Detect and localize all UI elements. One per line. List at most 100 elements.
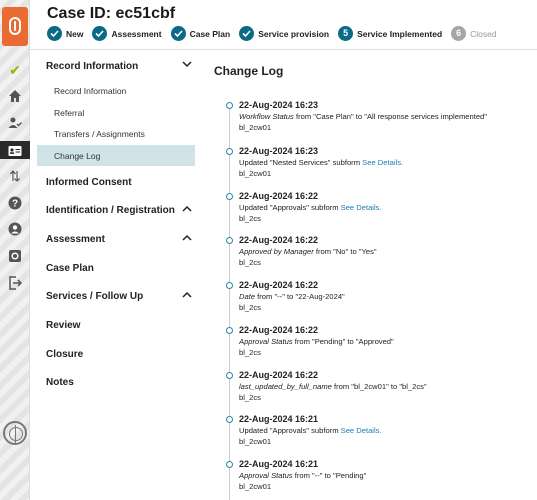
chevron-down-icon [182,60,192,70]
swap-icon[interactable]: ⇅ [7,168,23,184]
record-nav: Record Information Record Information Re… [30,50,202,500]
entry-user: bl_2cw01 [239,437,272,446]
entry-change: from "--" to "Pending" [292,471,367,480]
entry-change: Updated "Nested Services" subform [239,158,363,167]
nav-group-services[interactable]: Services / Follow Up [46,291,196,302]
step-label: New [66,28,84,39]
entry-user: bl_2cs [239,348,261,357]
user-check-icon[interactable] [7,116,23,132]
nav-group-record-information[interactable]: Record Information [46,61,196,72]
nav-group-label: Assessment [46,234,105,245]
settings-icon[interactable] [7,249,23,265]
step-service-implemented: 5 Service Implemented [338,26,442,41]
entry-date: 22-Aug-2024 16:22 [239,191,319,201]
see-details-link[interactable]: See Details. [341,426,382,435]
entry-user: bl_2cw01 [239,169,272,178]
step-label: Assessment [111,28,162,39]
nav-item-transfers-assignments[interactable]: Transfers / Assignments [54,129,145,139]
workflow-stepper: New Assessment Case Plan Service provisi… [47,26,506,41]
entry-field: last_updated_by_full_name [239,382,332,391]
entry-date: 22-Aug-2024 16:23 [239,100,319,110]
entry-change: from "Case Plan" to "All response servic… [293,112,487,121]
id-card-icon[interactable] [0,141,30,159]
entry-description: Updated "Nested Services" subform See De… [239,158,403,167]
left-rail: ✔ ⇅ ? [0,0,30,500]
entry-field: Approval Status [239,471,293,480]
entry-description: Date from "--" to "22-Aug-2024" [239,292,345,301]
entry-user: bl_2cs [239,303,261,312]
entry-field: Approval Status [239,337,293,346]
entry-change: Updated "Approvals" subform [239,426,341,435]
change-log-panel: Change Log 22-Aug-2024 16:23 Workflow St… [202,50,537,500]
nav-group-informed-consent[interactable]: Informed Consent [46,177,196,188]
entry-date: 22-Aug-2024 16:21 [239,459,319,469]
entry-change: from "--" to "22-Aug-2024" [255,292,345,301]
entry-field: Date [239,292,256,301]
entry-description: Updated "Approvals" subform See Details. [239,203,382,212]
see-details-link[interactable]: See Details. [341,203,382,212]
entry-change: from "Pending" to "Approved" [292,337,394,346]
chevron-up-icon [182,233,192,243]
entry-user: bl_2cw01 [239,123,272,132]
logout-icon[interactable] [7,276,23,292]
check-icon[interactable]: ✔ [7,62,23,78]
timeline-line [229,106,230,500]
nav-group-label: Services / Follow Up [46,291,144,302]
nav-item-record-information[interactable]: Record Information [54,86,126,96]
page-title: Change Log [214,64,284,78]
timeline-dot [226,461,233,468]
see-details-link[interactable]: See Details. [362,158,403,167]
step-check-icon [170,26,186,41]
nav-group-identification[interactable]: Identification / Registration [46,205,196,216]
entry-field: Approved by Manager [239,247,314,256]
entry-field: Workflow Status [239,112,294,121]
timeline-dot [226,372,233,379]
entry-description: Workflow Status from "Case Plan" to "All… [239,112,487,121]
help-icon[interactable]: ? [7,196,23,212]
step-assessment: Assessment [92,26,162,41]
timeline-dot [226,282,233,289]
chevron-up-icon [182,204,192,214]
nav-group-case-plan[interactable]: Case Plan [46,263,196,274]
entry-date: 22-Aug-2024 16:21 [239,414,319,424]
step-label: Closed [470,28,497,39]
entry-user: bl_2cs [239,214,261,223]
timeline-dot [226,327,233,334]
user-circle-icon[interactable] [7,222,23,238]
step-number: 6 [451,26,467,41]
entry-user: bl_2cs [239,393,261,402]
nav-group-notes[interactable]: Notes [46,377,196,388]
nav-group-closure[interactable]: Closure [46,349,196,360]
step-closed: 6 Closed [451,26,497,41]
entry-change: from "bl_2cw01" to "bl_2cs" [331,382,427,391]
step-new: New [47,26,83,41]
entry-date: 22-Aug-2024 16:22 [239,325,319,335]
timeline-dot [226,193,233,200]
un-emblem-icon [3,421,27,445]
step-number: 5 [338,26,354,41]
nav-group-review[interactable]: Review [46,320,196,331]
nav-group-label: Identification / Registration [46,205,175,216]
entry-description: last_updated_by_full_name from "bl_2cw01… [239,382,427,391]
step-check-icon [239,26,255,41]
chevron-up-icon [182,290,192,300]
entry-description: Approved by Manager from "No" to "Yes" [239,247,377,256]
step-label: Case Plan [189,28,231,39]
home-icon[interactable] [7,89,23,105]
nav-group-assessment[interactable]: Assessment [46,234,196,245]
nav-item-referral[interactable]: Referral [54,108,84,118]
svg-text:?: ? [12,199,18,210]
entry-date: 22-Aug-2024 16:23 [239,146,319,156]
case-title: Case ID: ec51cbf [47,5,176,22]
step-case-plan: Case Plan [170,26,231,41]
timeline-dot [226,102,233,109]
step-label: Service provision [258,28,330,39]
case-header: Case ID: ec51cbf New Assessment Case Pla… [30,0,537,50]
step-label: Service Implemented [357,28,443,39]
entry-change: from "No" to "Yes" [313,247,377,256]
timeline-dot [226,148,233,155]
primero-logo [2,7,28,46]
nav-item-change-log[interactable]: Change Log [54,151,100,161]
entry-change: Updated "Approvals" subform [239,203,341,212]
entry-description: Updated "Approvals" subform See Details. [239,426,382,435]
